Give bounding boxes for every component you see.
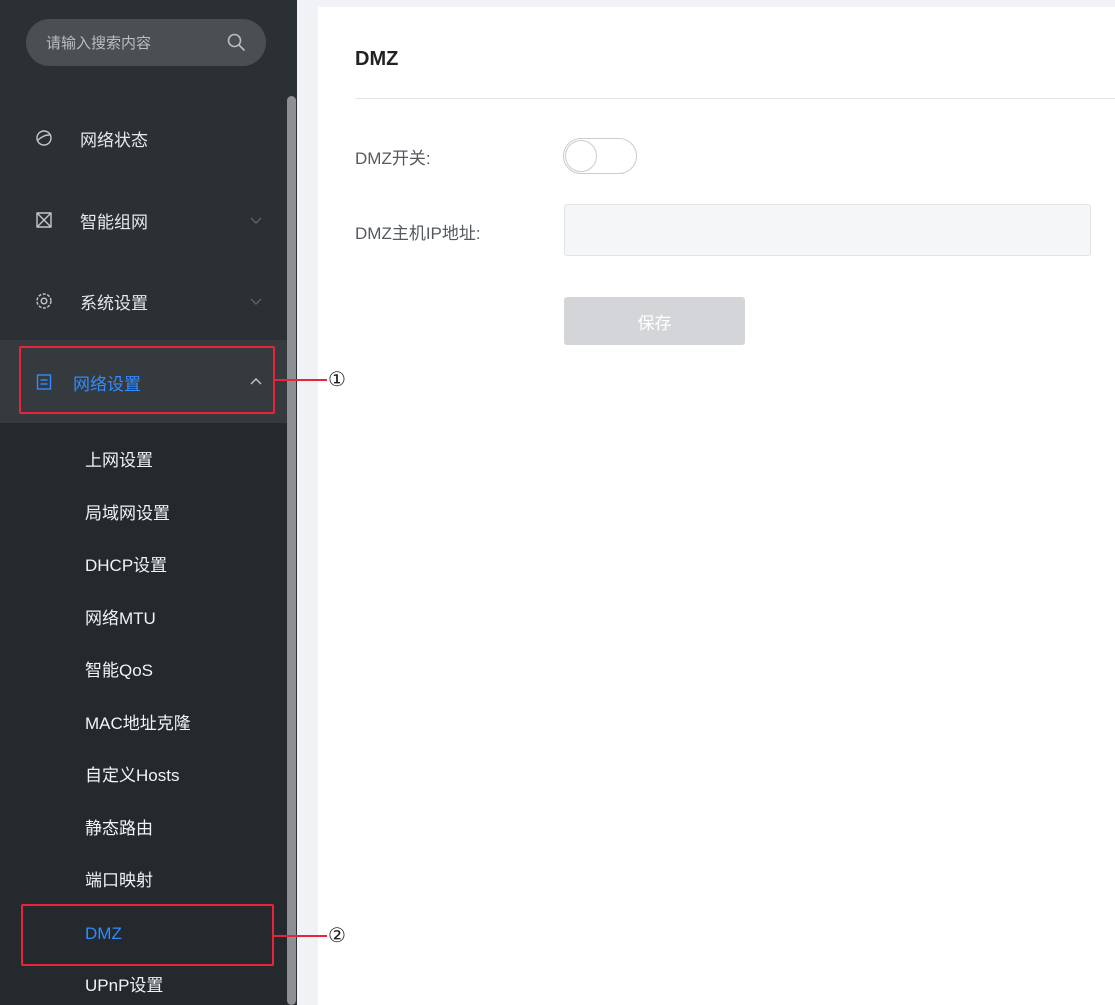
sidebar-item-smart-mesh[interactable]: 智能组网 (0, 178, 287, 262)
submenu-item-static-route[interactable]: 静态路由 (85, 815, 153, 843)
annotation-box-1 (19, 346, 275, 414)
sidebar-item-label: 网络状态 (80, 130, 148, 150)
submenu-item-port-mapping[interactable]: 端口映射 (85, 867, 153, 895)
search-input[interactable] (44, 19, 218, 68)
search-icon[interactable] (226, 32, 246, 52)
submenu-item-internet[interactable]: 上网设置 (85, 447, 153, 475)
submenu-item-upnp[interactable]: UPnP设置 (85, 972, 163, 1000)
submenu-item-mac-clone[interactable]: MAC地址克隆 (85, 710, 191, 738)
globe-icon (36, 130, 52, 146)
submenu-item-mtu[interactable]: 网络MTU (85, 605, 156, 633)
annotation-leader-1 (275, 379, 327, 381)
search-box (26, 19, 266, 68)
sidebar-scrollbar[interactable] (287, 96, 296, 1005)
gear-icon (36, 293, 52, 309)
sidebar: 网络状态 智能组网 系统设置 网络设置 上网设置 (0, 0, 297, 1005)
submenu-item-qos[interactable]: 智能QoS (85, 657, 153, 685)
sidebar-item-label: 系统设置 (80, 293, 148, 313)
content-gutter (297, 0, 318, 1005)
submenu-item-custom-hosts[interactable]: 自定义Hosts (85, 762, 179, 790)
dmz-toggle[interactable] (563, 138, 637, 174)
annotation-number-2: ② (328, 925, 346, 947)
mesh-icon (36, 212, 52, 228)
annotation-number-1: ① (328, 369, 346, 391)
toggle-knob (565, 140, 597, 172)
dmz-switch-label: DMZ开关: (355, 149, 431, 168)
chevron-down-icon (250, 217, 262, 224)
save-button[interactable]: 保存 (564, 297, 745, 345)
title-divider (355, 98, 1115, 99)
submenu-item-dhcp[interactable]: DHCP设置 (85, 552, 167, 580)
sidebar-item-label: 智能组网 (80, 212, 148, 232)
dmz-host-ip-input[interactable] (564, 204, 1091, 256)
sidebar-item-network-status[interactable]: 网络状态 (0, 96, 287, 180)
content-top-gutter (318, 0, 1115, 7)
submenu-item-lan[interactable]: 局域网设置 (85, 500, 170, 528)
dmz-host-ip-label: DMZ主机IP地址: (355, 224, 481, 243)
chevron-down-icon (250, 298, 262, 305)
annotation-box-2 (21, 904, 274, 966)
page-title: DMZ (355, 48, 399, 70)
annotation-leader-2 (274, 935, 327, 937)
sidebar-item-system-settings[interactable]: 系统设置 (0, 259, 287, 343)
